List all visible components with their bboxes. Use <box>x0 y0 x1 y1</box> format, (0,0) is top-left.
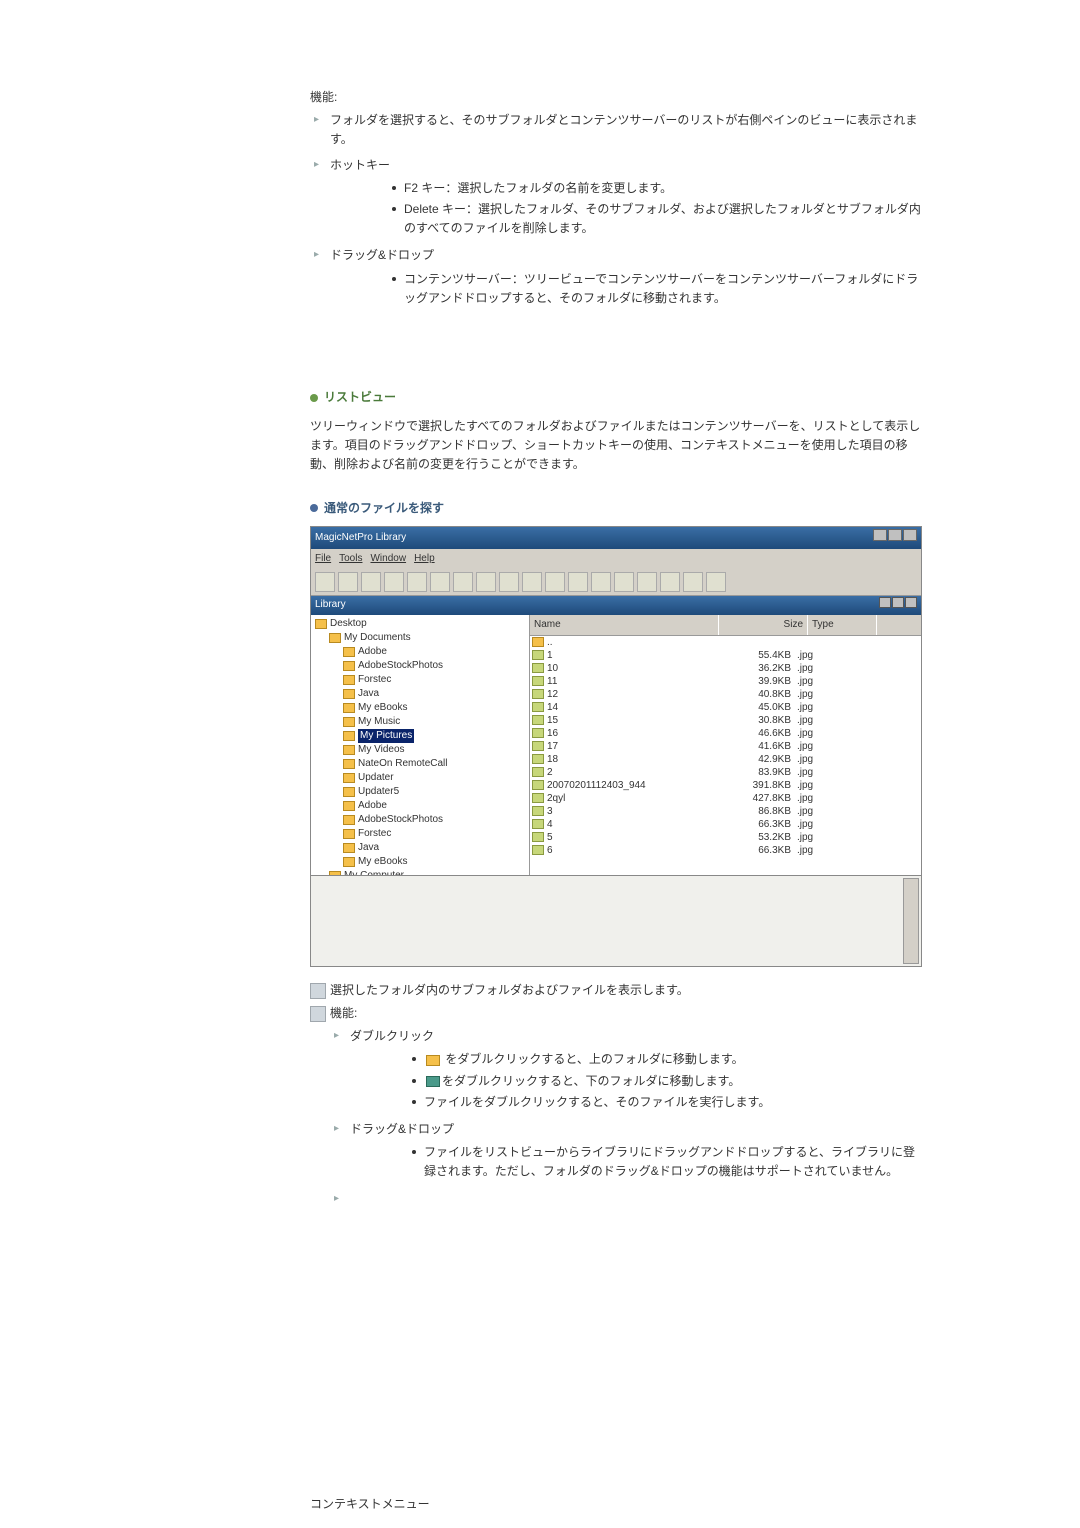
list-row[interactable]: 1139.9KB.jpg <box>530 675 921 688</box>
listview-heading: リストビュー <box>310 388 925 407</box>
browse-heading: 通常のファイルを探す <box>310 499 925 518</box>
note-icon <box>310 1006 326 1022</box>
list-view[interactable]: Name Size Type ..155.4KB.jpg1036.2KB.jpg… <box>530 615 921 875</box>
list-row[interactable]: 666.3KB.jpg <box>530 844 921 857</box>
tree-item[interactable]: My Pictures <box>315 729 525 743</box>
tree-item[interactable]: Forstec <box>315 673 525 687</box>
list-row[interactable]: 466.3KB.jpg <box>530 818 921 831</box>
note-icon <box>310 983 326 999</box>
bullet-icon <box>310 504 318 512</box>
tree-item[interactable]: Adobe <box>315 645 525 659</box>
tree-item[interactable]: My eBooks <box>315 701 525 715</box>
menu-item[interactable]: Tools <box>339 553 362 564</box>
tree-item[interactable]: Updater5 <box>315 785 525 799</box>
menu-item[interactable]: File <box>315 553 331 564</box>
tree-item[interactable]: Updater <box>315 771 525 785</box>
feature-folder-select: フォルダを選択すると、そのサブフォルダとコンテンツサーバーのリストが右側ペインの… <box>310 111 925 149</box>
after-dragdrop: ドラッグ&ドロップ ファイルをリストビューからライブラリにドラッグアンドドロップ… <box>330 1120 925 1182</box>
tree-view[interactable]: DesktopMy DocumentsAdobeAdobeStockPhotos… <box>311 615 530 875</box>
list-row[interactable]: 155.4KB.jpg <box>530 649 921 662</box>
tree-item[interactable]: AdobeStockPhotos <box>315 659 525 673</box>
dblclick-item: をダブルクリックすると、上のフォルダに移動します。 <box>410 1050 925 1069</box>
after-features: 機能: <box>330 1004 357 1023</box>
tree-item[interactable]: My Music <box>315 715 525 729</box>
hotkey-label: ホットキー <box>330 158 390 172</box>
empty-bullet <box>330 1190 925 1209</box>
tree-item[interactable]: Adobe <box>315 799 525 813</box>
tree-item[interactable]: Desktop <box>315 617 525 631</box>
tree-item[interactable]: NateOn RemoteCall <box>315 757 525 771</box>
folder-icon <box>426 1055 440 1066</box>
col-type[interactable]: Type <box>808 615 877 635</box>
list-row[interactable]: 1646.6KB.jpg <box>530 727 921 740</box>
after-line1: 選択したフォルダ内のサブフォルダおよびファイルを表示します。 <box>330 981 689 1000</box>
features-label: 機能: <box>310 88 925 107</box>
list-row[interactable]: 20070201112403_944391.8KB.jpg <box>530 779 921 792</box>
list-row[interactable]: 1036.2KB.jpg <box>530 662 921 675</box>
after-dblclick: ダブルクリック をダブルクリックすると、上のフォルダに移動します。をダブルクリッ… <box>330 1027 925 1112</box>
dblclick-item: ファイルをダブルクリックすると、そのファイルを実行します。 <box>410 1093 925 1112</box>
tree-item[interactable]: Java <box>315 687 525 701</box>
context-menu-heading: コンテキストメニュー <box>310 1495 925 1514</box>
list-row[interactable]: 1741.6KB.jpg <box>530 740 921 753</box>
inner-window-title: Library <box>315 597 346 614</box>
bullet-icon <box>310 394 318 402</box>
list-row[interactable]: 283.9KB.jpg <box>530 766 921 779</box>
toolbar[interactable] <box>311 569 921 596</box>
tree-item[interactable]: Forstec <box>315 827 525 841</box>
window-title: MagicNetPro Library <box>315 530 406 546</box>
list-row[interactable]: 1530.8KB.jpg <box>530 714 921 727</box>
col-size[interactable]: Size <box>719 615 808 635</box>
tree-item[interactable]: AdobeStockPhotos <box>315 813 525 827</box>
tree-item[interactable]: Java <box>315 841 525 855</box>
dblclick-item: をダブルクリックすると、下のフォルダに移動します。 <box>410 1072 925 1091</box>
list-row[interactable]: 1240.8KB.jpg <box>530 688 921 701</box>
app-screenshot: MagicNetPro Library FileToolsWindowHelp … <box>310 526 922 967</box>
inner-window-controls[interactable] <box>878 597 917 614</box>
tree-item[interactable]: My Documents <box>315 631 525 645</box>
list-row[interactable]: 1842.9KB.jpg <box>530 753 921 766</box>
folder-icon <box>426 1076 440 1087</box>
scrollbar[interactable] <box>903 878 919 964</box>
menu-item[interactable]: Window <box>370 553 406 564</box>
menubar[interactable]: File Tools Window Help <box>311 549 921 569</box>
list-row[interactable]: 2qyl427.8KB.jpg <box>530 792 921 805</box>
window-controls[interactable] <box>872 529 917 547</box>
tree-item[interactable]: My eBooks <box>315 855 525 869</box>
preview-pane <box>311 875 921 966</box>
dragdrop-label: ドラッグ&ドロップ <box>330 248 434 262</box>
list-row[interactable]: 1445.0KB.jpg <box>530 701 921 714</box>
feature-dragdrop: ドラッグ&ドロップ コンテンツサーバー：ツリービューでコンテンツサーバーをコンテ… <box>310 246 925 308</box>
list-row[interactable]: 386.8KB.jpg <box>530 805 921 818</box>
tree-item[interactable]: My Videos <box>315 743 525 757</box>
dragdrop-item: コンテンツサーバー：ツリービューでコンテンツサーバーをコンテンツサーバーフォルダ… <box>390 270 925 308</box>
hotkey-item: Delete キー：選択したフォルダ、そのサブフォルダ、および選択したフォルダと… <box>390 200 925 238</box>
hotkey-item: F2 キー：選択したフォルダの名前を変更します。 <box>390 179 925 198</box>
menu-item[interactable]: Help <box>414 553 435 564</box>
listview-desc: ツリーウィンドウで選択したすべてのフォルダおよびファイルまたはコンテンツサーバー… <box>310 417 925 475</box>
after-dragdrop-item: ファイルをリストビューからライブラリにドラッグアンドドロップすると、ライブラリに… <box>410 1143 925 1181</box>
list-row[interactable]: 553.2KB.jpg <box>530 831 921 844</box>
list-row[interactable]: .. <box>530 636 921 649</box>
feature-hotkey: ホットキー F2 キー：選択したフォルダの名前を変更します。 Delete キー：… <box>310 156 925 239</box>
col-name[interactable]: Name <box>530 615 719 635</box>
